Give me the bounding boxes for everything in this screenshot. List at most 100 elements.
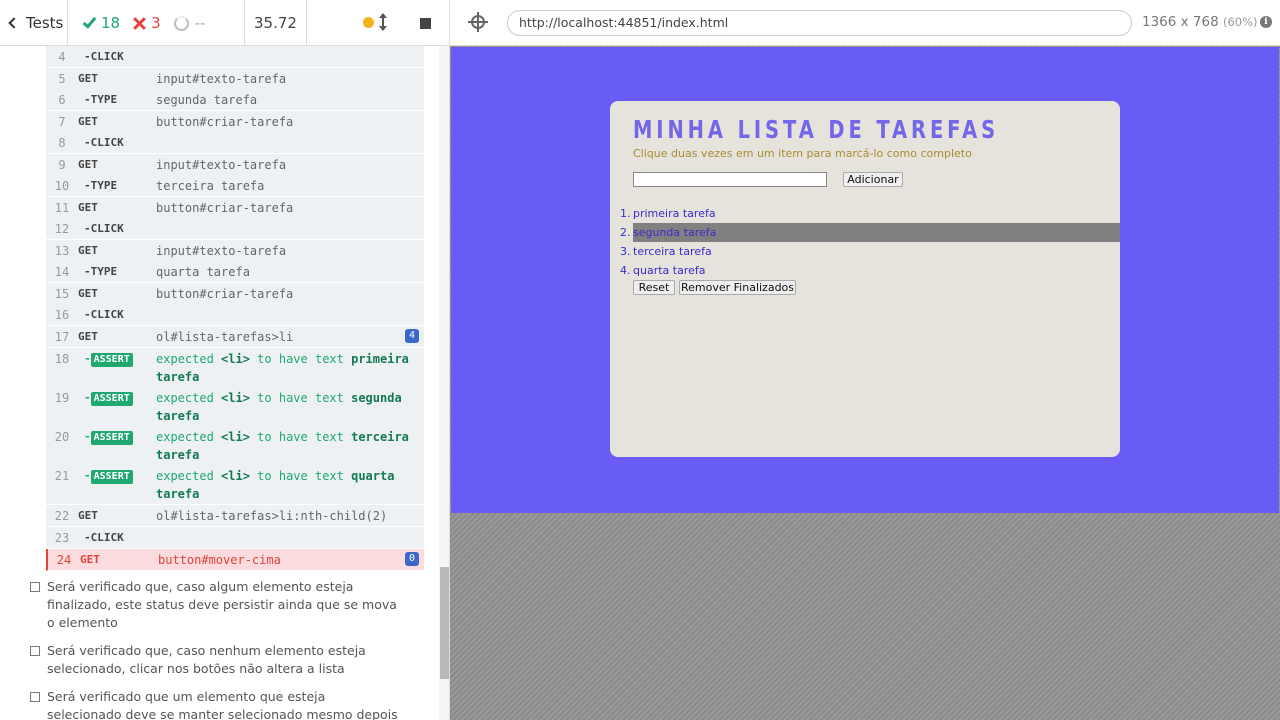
test-item[interactable]: Será verificado que, caso algum elemento… bbox=[30, 578, 400, 632]
assert-el: <li> bbox=[221, 469, 250, 483]
command-message: ol#lista-tarefas>li bbox=[156, 330, 294, 344]
element-count-badge: 4 bbox=[404, 329, 419, 343]
command-row[interactable]: 18 - ASSERT expected <li> to have text prim… bbox=[46, 348, 424, 387]
command-row[interactable]: 7 GET button#criar-tarefa bbox=[46, 111, 424, 132]
test-runner-panel: Tests 18 3 -- 35.72 4 -CLICK 5 GET input#tex… bbox=[0, 0, 450, 720]
command-row[interactable]: 9 GET input#texto-tarefa bbox=[46, 154, 424, 175]
assert-pre: expected bbox=[156, 391, 214, 405]
pending-stat: -- bbox=[173, 14, 205, 32]
command-number: 15 bbox=[54, 287, 70, 301]
auto-scroll-icon[interactable] bbox=[379, 13, 387, 31]
assert-mid: to have text bbox=[257, 430, 344, 444]
command-row[interactable]: 19- ASSERT expected <li> to have text segu… bbox=[46, 387, 424, 426]
command-message: segunda tarefa bbox=[156, 93, 258, 107]
reset-button[interactable]: Reset bbox=[633, 280, 675, 295]
task-text: terceira tarefa bbox=[633, 245, 712, 258]
command-row[interactable]: 16 -CLICK bbox=[46, 304, 424, 326]
assert-mid: to have text bbox=[257, 391, 344, 405]
command-message bbox=[156, 134, 424, 152]
command-number: 20 bbox=[54, 430, 70, 444]
test-status-icon bbox=[30, 582, 40, 592]
command-name: -CLICK bbox=[84, 136, 124, 149]
command-name: - ASSERT bbox=[78, 350, 156, 386]
command-row[interactable]: 17 GET ol#lista-tarefas>li 4 bbox=[46, 326, 424, 348]
stop-icon[interactable] bbox=[420, 18, 431, 29]
command-row[interactable]: 15 GET button#criar-tarefa bbox=[46, 283, 424, 304]
command-message: expected <li> to have text segunda taref… bbox=[156, 389, 424, 425]
child-dash: - bbox=[84, 391, 91, 404]
test-item[interactable]: Será verificado que um elemento que este… bbox=[30, 688, 400, 720]
assert-mid: to have text bbox=[257, 352, 344, 366]
test-item[interactable]: Será verificado que, caso nenhum element… bbox=[30, 642, 400, 678]
command-row[interactable]: 11 GET button#criar-tarefa bbox=[46, 197, 424, 218]
runner-controls bbox=[307, 0, 449, 46]
assert-tag: ASSERT bbox=[90, 470, 133, 484]
command-row[interactable]: 5 GET input#texto-tarefa bbox=[46, 68, 424, 89]
command-message: input#texto-tarefa bbox=[156, 72, 287, 86]
url-bar[interactable]: http://localhost:44851/index.html bbox=[507, 10, 1132, 36]
command-row[interactable]: 4 -CLICK bbox=[46, 46, 424, 68]
command-number: 19 bbox=[54, 391, 70, 405]
command-row[interactable]: 24 GET button#mover-cima 0 bbox=[46, 549, 424, 571]
app-title: MINHA LISTA DE TAREFAS bbox=[633, 115, 1000, 144]
assert-el: <li> bbox=[221, 391, 250, 405]
test-list: Será verificado que, caso algum elemento… bbox=[30, 578, 400, 720]
viewport-size: 1366 x 768 (60%) bbox=[1142, 14, 1258, 30]
info-icon[interactable]: i bbox=[1260, 16, 1272, 28]
command-number: 17 bbox=[54, 330, 70, 344]
command-row[interactable]: 20- ASSERT expected <li> to have text terc… bbox=[46, 426, 424, 465]
task-number: 1. bbox=[620, 207, 631, 220]
command-name: GET bbox=[78, 509, 98, 522]
assert-pre: expected bbox=[156, 430, 214, 444]
command-row[interactable]: 12 -CLICK bbox=[46, 218, 424, 240]
command-number: 5 bbox=[58, 72, 66, 86]
command-message: expected <li> to have text primeira tare… bbox=[156, 350, 424, 386]
viewport-zoom: (60%) bbox=[1223, 15, 1258, 29]
command-number: 7 bbox=[58, 115, 66, 129]
test-status-icon bbox=[30, 692, 40, 702]
add-button[interactable]: Adicionar bbox=[843, 172, 903, 187]
command-row[interactable]: 8 -CLICK bbox=[46, 132, 424, 154]
aut-stage: MINHA LISTA DE TAREFAS Clique duas vezes… bbox=[450, 46, 1280, 720]
tests-button[interactable]: Tests bbox=[0, 0, 68, 46]
command-name: -CLICK bbox=[84, 531, 124, 544]
test-stats: 18 3 -- bbox=[68, 0, 245, 46]
command-name: GET bbox=[78, 287, 98, 300]
failed-count: 3 bbox=[151, 14, 161, 32]
task-item[interactable]: 2. segunda tarefa bbox=[620, 223, 1120, 242]
task-item[interactable]: 1. primeira tarefa bbox=[610, 204, 1120, 223]
task-item[interactable]: 3. terceira tarefa bbox=[610, 242, 1120, 261]
command-row[interactable]: 6 -TYPE segunda tarefa bbox=[46, 89, 424, 111]
command-row[interactable]: 22 GET ol#lista-tarefas>li:nth-child(2) bbox=[46, 505, 424, 527]
command-message: terceira tarefa bbox=[156, 179, 265, 193]
command-number: 4 bbox=[58, 50, 66, 64]
command-message bbox=[156, 220, 424, 238]
command-number: 18 bbox=[54, 352, 70, 366]
command-row[interactable]: 23 -CLICK bbox=[46, 527, 424, 549]
command-name: -TYPE bbox=[84, 93, 118, 106]
command-message: button#criar-tarefa bbox=[156, 287, 294, 301]
command-row[interactable]: 21- ASSERT expected <li> to have text quar… bbox=[46, 465, 424, 505]
selector-playground-icon[interactable] bbox=[468, 12, 488, 32]
command-name: -TYPE bbox=[84, 265, 118, 278]
command-number: 24 bbox=[56, 553, 72, 567]
command-message: expected <li> to have text terceira tare… bbox=[156, 428, 424, 464]
command-row[interactable]: 13 GET input#texto-tarefa bbox=[46, 240, 424, 261]
command-number: 11 bbox=[54, 201, 70, 215]
command-number: 22 bbox=[54, 509, 70, 523]
task-item[interactable]: 4. quarta tarefa bbox=[610, 261, 1120, 280]
task-list: 1. primeira tarefa 2. segunda tarefa 3. terce… bbox=[610, 204, 1120, 280]
command-row[interactable]: 14 -TYPE quarta tarefa bbox=[46, 261, 424, 283]
task-number: 3. bbox=[620, 245, 631, 258]
remove-finished-button[interactable]: Remover Finalizados bbox=[679, 280, 796, 295]
failed-stat: 3 bbox=[133, 14, 161, 32]
task-input[interactable] bbox=[633, 172, 827, 187]
command-name: GET bbox=[78, 115, 98, 128]
spinner-icon bbox=[173, 15, 189, 31]
command-name: -CLICK bbox=[84, 308, 124, 321]
child-dash: - bbox=[84, 469, 91, 482]
assert-tag: ASSERT bbox=[90, 431, 133, 445]
scrollbar-thumb[interactable] bbox=[440, 567, 449, 679]
command-number: 13 bbox=[54, 244, 70, 258]
command-row[interactable]: 10 -TYPE terceira tarefa bbox=[46, 175, 424, 197]
